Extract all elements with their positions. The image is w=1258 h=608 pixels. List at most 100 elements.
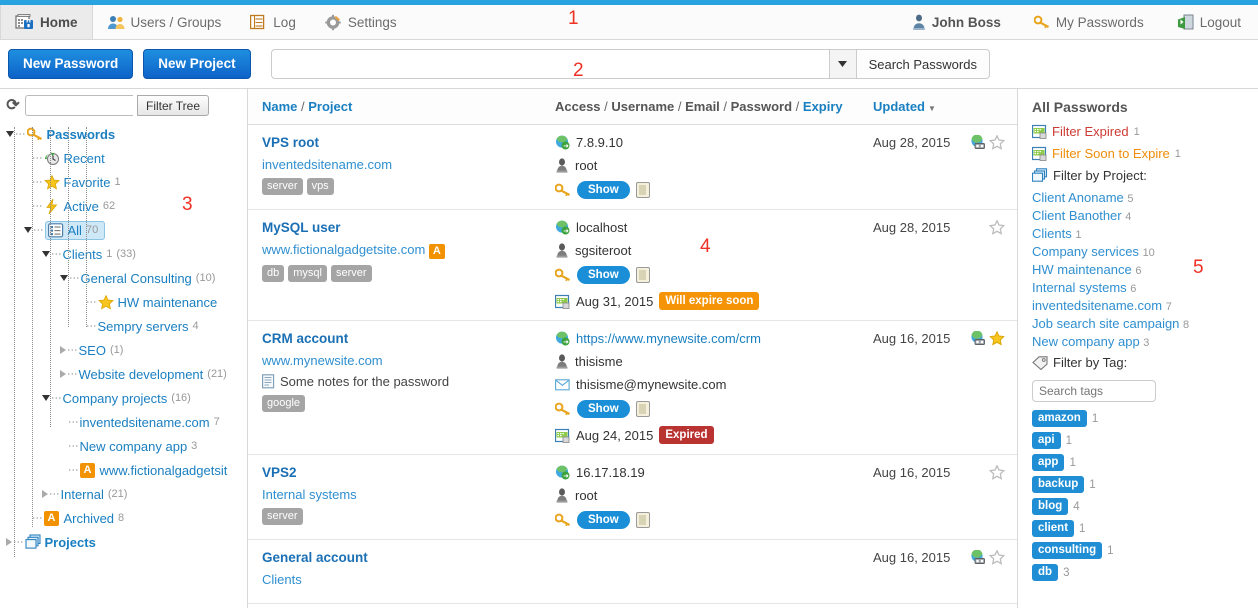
refresh-icon[interactable]: ⟳ — [5, 97, 21, 114]
row-title[interactable]: VPS2 — [262, 465, 555, 480]
favorite-star-icon[interactable] — [989, 135, 1005, 150]
tree-node-website-development[interactable]: ‧‧‧ Website development (21) — [0, 362, 247, 386]
project-filter-item[interactable]: Client Anoname 5 — [1032, 190, 1248, 205]
new-project-button[interactable]: New Project — [143, 49, 251, 79]
favorite-star-icon[interactable] — [989, 331, 1005, 346]
collapse-arrow-icon[interactable] — [42, 395, 50, 401]
tree-node-company-projects[interactable]: ‧‧‧ Company projects (16) — [0, 386, 247, 410]
row-title[interactable]: CRM account — [262, 331, 555, 346]
row-project[interactable]: inventedsitename.com — [262, 157, 555, 172]
tag-filter-item[interactable]: backup 1 — [1032, 476, 1248, 493]
row-tag-chip[interactable]: vps — [306, 178, 334, 195]
search-input[interactable] — [270, 49, 829, 79]
nav-user-john-boss[interactable]: John Boss — [896, 5, 1018, 39]
expand-arrow-icon[interactable] — [42, 490, 48, 498]
tree-node-general-consulting[interactable]: ‧‧‧ General Consulting (10) — [0, 266, 247, 290]
tree-node-active[interactable]: ‧‧‧ Active 62 — [0, 194, 247, 218]
project-filter-item[interactable]: Company services 10 — [1032, 244, 1248, 259]
tag-filter-item[interactable]: client 1 — [1032, 520, 1248, 537]
tree-node-recent[interactable]: ‧‧‧ Recent — [0, 146, 247, 170]
row-project[interactable]: www.fictionalgadgetsite.com A — [262, 242, 555, 259]
tree-node-projects[interactable]: ‧‧‧ Projects — [0, 530, 247, 554]
nav-my-passwords[interactable]: My Passwords — [1018, 5, 1161, 39]
tab-settings[interactable]: Settings — [311, 5, 412, 39]
row-tag-chip[interactable]: google — [262, 395, 306, 412]
nav-logout[interactable]: Logout — [1161, 5, 1258, 39]
favorite-star-icon[interactable] — [989, 550, 1005, 565]
show-password-button[interactable]: Show — [577, 266, 630, 284]
open-in-browser-icon[interactable] — [970, 550, 986, 565]
project-filter-item[interactable]: New company app 3 — [1032, 334, 1248, 349]
row-tag-chip[interactable]: mysql — [288, 265, 327, 282]
project-filter-item[interactable]: Internal systems 6 — [1032, 280, 1248, 295]
collapse-arrow-icon[interactable] — [6, 131, 14, 137]
tree-node-hw-maintenance[interactable]: ‧‧‧ HW maintenance — [0, 290, 247, 314]
tree-node-clients[interactable]: ‧‧‧ Clients 1 (33) — [0, 242, 247, 266]
tag-filter-item[interactable]: consulting 1 — [1032, 542, 1248, 559]
expand-arrow-icon[interactable] — [6, 538, 12, 546]
tag-search-input[interactable] — [1032, 380, 1156, 402]
tree-node-sempry-servers[interactable]: ‧‧‧ Sempry servers 4 — [0, 314, 247, 338]
favorite-star-icon[interactable] — [989, 220, 1005, 235]
tree-node-internal[interactable]: ‧‧‧ Internal (21) — [0, 482, 247, 506]
copy-password-icon[interactable] — [635, 401, 650, 417]
collapse-arrow-icon[interactable] — [60, 275, 68, 281]
copy-password-icon[interactable] — [635, 267, 650, 283]
column-header-expiry[interactable]: Expiry — [803, 99, 843, 114]
tree-node-passwords[interactable]: ‧‧‧ Passwords — [0, 122, 247, 146]
column-header-updated[interactable]: Updated ▼ — [873, 99, 1017, 114]
project-filter-item[interactable]: HW maintenance 6 — [1032, 262, 1248, 277]
expand-arrow-icon[interactable] — [60, 370, 66, 378]
tag-filter-item[interactable]: amazon 1 — [1032, 410, 1248, 427]
row-title[interactable]: MySQL user — [262, 220, 555, 235]
collapse-arrow-icon[interactable] — [24, 227, 32, 233]
show-password-button[interactable]: Show — [577, 400, 630, 418]
copy-password-icon[interactable] — [635, 512, 650, 528]
project-filter-item[interactable]: Client Banother 4 — [1032, 208, 1248, 223]
column-header-name[interactable]: Name — [262, 99, 297, 114]
open-in-browser-icon[interactable] — [970, 331, 986, 346]
row-host[interactable]: https://www.mynewsite.com/crm — [576, 331, 761, 346]
new-password-button[interactable]: New Password — [8, 49, 134, 79]
tree-node-selected-wrapper[interactable]: All 70 — [44, 220, 106, 240]
filter-expired-row[interactable]: Filter Expired 1 — [1032, 124, 1248, 139]
favorite-star-icon[interactable] — [989, 465, 1005, 480]
show-password-button[interactable]: Show — [577, 181, 630, 199]
row-project[interactable]: www.mynewsite.com — [262, 353, 555, 368]
row-project[interactable]: Internal systems — [262, 487, 555, 502]
filter-tree-button[interactable]: Filter Tree — [137, 95, 210, 116]
tree-node-seo[interactable]: ‧‧‧ SEO (1) — [0, 338, 247, 362]
tree-node-www-fictionalgadgetsit[interactable]: ‧‧‧ Awww.fictionalgadgetsit — [0, 458, 247, 482]
show-password-button[interactable]: Show — [577, 511, 630, 529]
tag-filter-item[interactable]: app 1 — [1032, 454, 1248, 471]
row-tag-chip[interactable]: server — [330, 265, 372, 282]
row-tag-chip[interactable]: db — [262, 265, 285, 282]
project-filter-item[interactable]: Job search site campaign 8 — [1032, 316, 1248, 331]
tag-filter-item[interactable]: db 3 — [1032, 564, 1248, 581]
tab-home[interactable]: Home — [0, 5, 93, 39]
open-in-browser-icon[interactable] — [970, 135, 986, 150]
tree-node-new-company-app[interactable]: ‧‧‧ New company app 3 — [0, 434, 247, 458]
row-tag-chip[interactable]: server — [262, 178, 303, 195]
tree-filter-input[interactable] — [25, 95, 133, 116]
expand-arrow-icon[interactable] — [60, 346, 66, 354]
tree-node-favorite[interactable]: ‧‧‧ Favorite 1 — [0, 170, 247, 194]
tag-filter-item[interactable]: blog 4 — [1032, 498, 1248, 515]
tab-users-groups[interactable]: Users / Groups — [93, 5, 237, 39]
collapse-arrow-icon[interactable] — [42, 251, 50, 257]
copy-password-icon[interactable] — [635, 182, 650, 198]
tree-node-all[interactable]: ‧‧‧ All 70 — [0, 218, 247, 242]
row-title[interactable]: General account — [262, 550, 555, 565]
row-title[interactable]: VPS root — [262, 135, 555, 150]
row-tag-chip[interactable]: server — [262, 508, 303, 525]
tag-filter-item[interactable]: api 1 — [1032, 432, 1248, 449]
filter-soon-to-expire-row[interactable]: Filter Soon to Expire 1 — [1032, 146, 1248, 161]
project-filter-item[interactable]: Clients 1 — [1032, 226, 1248, 241]
row-project[interactable]: Clients — [262, 572, 555, 587]
column-header-project[interactable]: Project — [308, 99, 352, 114]
project-filter-item[interactable]: inventedsitename.com 7 — [1032, 298, 1248, 313]
search-passwords-button[interactable]: Search Passwords — [856, 49, 990, 79]
search-options-caret[interactable] — [828, 49, 857, 79]
tree-node-inventedsitename-com[interactable]: ‧‧‧ inventedsitename.com 7 — [0, 410, 247, 434]
tab-log[interactable]: Log — [236, 5, 311, 39]
